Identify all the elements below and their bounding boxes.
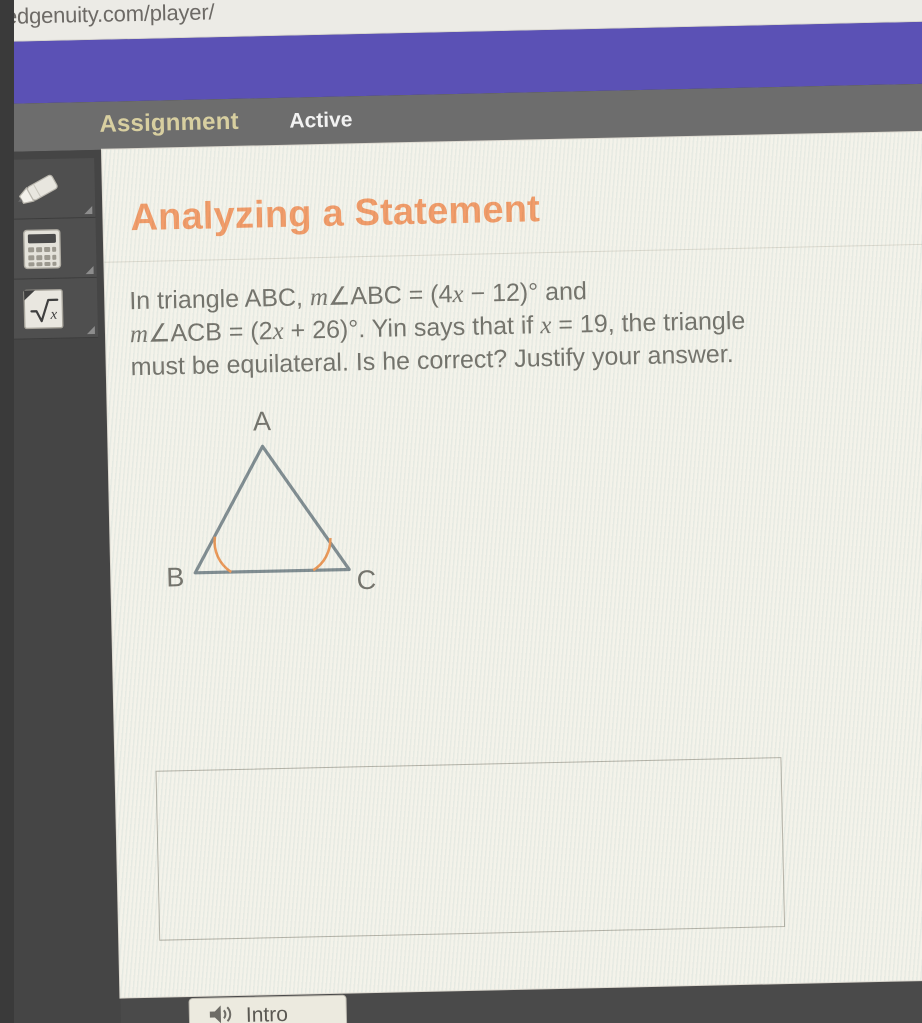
lesson-card: Analyzing a Statement In triangle ABC, m…: [101, 131, 922, 1023]
answer-input[interactable]: [155, 757, 786, 941]
prompt-segment: ∠ABC = (4: [327, 280, 453, 311]
question-prompt: In triangle ABC, m∠ABC = (4x − 12)° and m…: [129, 271, 791, 383]
screen-photo: n.edgenuity.com/player/ Assignment Activ…: [0, 0, 922, 1023]
vertex-label-a: A: [253, 406, 272, 436]
square-root-icon: x: [21, 286, 66, 331]
intro-audio-button[interactable]: Intro: [188, 994, 348, 1023]
title-divider: [104, 243, 922, 263]
vertex-label-b: B: [166, 562, 185, 592]
monitor-surface: n.edgenuity.com/player/ Assignment Activ…: [0, 0, 922, 1023]
intro-audio-label: Intro: [245, 1002, 289, 1023]
tool-corner-indicator: [86, 325, 95, 335]
tool-corner-indicator: [84, 205, 93, 215]
tool-corner-indicator: [85, 265, 94, 275]
formula-tool[interactable]: x: [0, 277, 99, 341]
page-title: Analyzing a Statement: [130, 188, 541, 240]
vertex-label-c: C: [356, 565, 376, 595]
triangle-figure: A B C: [158, 405, 422, 601]
highlighter-icon: [14, 171, 67, 206]
app-body: Assignment Active x Analyzing a Statemen…: [0, 83, 922, 1023]
prompt-m-italic: m: [309, 283, 329, 312]
speaker-icon: [208, 1003, 235, 1023]
calculator-icon: [22, 227, 63, 270]
prompt-m-italic: m: [129, 320, 149, 349]
prompt-segment: − 12)° and: [463, 277, 588, 308]
photo-left-edge: [0, 0, 14, 1023]
calculator-tool[interactable]: [0, 217, 97, 281]
prompt-segment: ∠ACB = (2: [147, 317, 273, 348]
assignment-status: Active: [289, 108, 353, 133]
prompt-segment: In triangle ABC,: [128, 283, 311, 316]
tool-rail: x: [0, 149, 122, 1023]
prompt-segment: + 26)°. Yin says that if: [283, 311, 541, 345]
prompt-x-italic: x: [272, 317, 284, 346]
svg-text:x: x: [49, 306, 57, 322]
assignment-label: Assignment: [99, 107, 240, 138]
highlighter-tool[interactable]: [0, 157, 96, 221]
url-text[interactable]: n.edgenuity.com/player/: [0, 0, 215, 30]
